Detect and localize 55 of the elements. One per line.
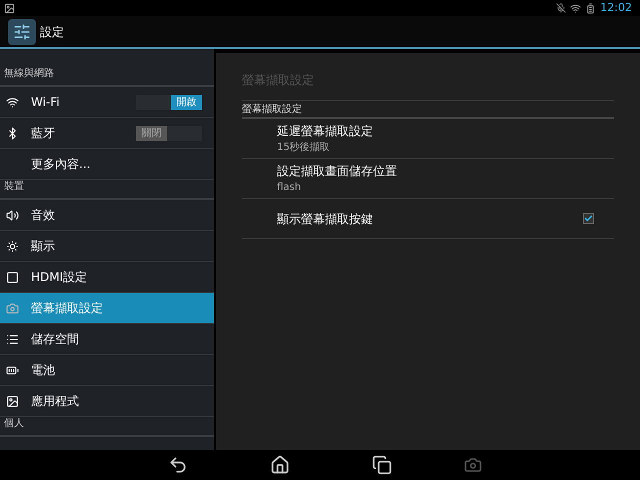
picture-icon <box>4 2 15 14</box>
camera-icon[interactable] <box>464 456 482 474</box>
bluetooth-icon <box>6 126 19 140</box>
preference-title: 設定擷取畫面儲存位置 <box>277 163 397 180</box>
preference-row[interactable]: 延遲螢幕擷取設定 15秒後擷取 <box>242 119 614 159</box>
app-title: 設定 <box>40 24 64 40</box>
category-header: 螢幕擷取設定 <box>242 102 302 116</box>
sidebar-item[interactable]: 電池 <box>0 355 214 386</box>
wifi-icon <box>6 96 19 108</box>
sidebar-item[interactable]: 螢幕擷取設定 <box>0 293 214 324</box>
toggle-label: 關閉 <box>136 126 167 140</box>
wifi-icon <box>570 2 582 14</box>
home-icon[interactable] <box>270 455 290 475</box>
preference-summary: flash <box>277 181 302 195</box>
preference-title: 顯示螢幕擷取按鍵 <box>277 210 373 228</box>
battery-icon <box>6 364 19 376</box>
back-icon[interactable] <box>168 455 188 475</box>
sidebar-item[interactable]: 應用程式 <box>0 386 214 417</box>
sidebar-item[interactable]: 顯示 <box>0 231 214 262</box>
picture-icon <box>6 394 19 408</box>
item-label: Wi-Fi <box>31 94 60 111</box>
section-header: 個人 <box>4 417 24 431</box>
sidebar-item[interactable]: 藍牙 關閉 <box>0 118 214 149</box>
item-label: 藍牙 <box>31 125 55 142</box>
sidebar-item[interactable]: 儲存空間 <box>0 324 214 355</box>
preference-summary: 15秒後擷取 <box>277 140 331 155</box>
section-header: 裝置 <box>4 180 24 194</box>
item-label: 應用程式 <box>31 393 79 410</box>
item-label: 儲存空間 <box>31 331 79 348</box>
settings-app-icon[interactable] <box>8 18 36 44</box>
item-label: 更多內容... <box>31 156 90 173</box>
toggle-label: 開啟 <box>171 94 202 110</box>
item-label: 顯示 <box>31 238 55 255</box>
checkbox[interactable] <box>583 213 594 224</box>
section-header: 無線與網路 <box>4 66 54 81</box>
sidebar-item[interactable]: Wi-Fi 開啟 <box>0 87 214 118</box>
clock: 12:02 <box>600 0 632 16</box>
brightness-icon <box>6 240 19 252</box>
camera-icon <box>6 302 19 314</box>
preference-row[interactable]: 設定擷取畫面儲存位置 flash <box>242 159 614 199</box>
speaker-icon <box>6 208 19 222</box>
preference-title: 延遲螢幕擷取設定 <box>277 123 373 140</box>
preference-row[interactable]: 顯示螢幕擷取按鍵 <box>242 199 614 239</box>
toggle-switch[interactable]: 開啟 <box>136 94 202 110</box>
item-label: 螢幕擷取設定 <box>31 300 103 317</box>
list-icon <box>6 332 19 346</box>
mic-off-icon <box>556 3 566 13</box>
battery-icon <box>585 2 596 14</box>
item-label: 音效 <box>31 207 55 224</box>
square-icon <box>6 270 19 284</box>
sidebar-item[interactable]: 更多內容... <box>0 149 214 180</box>
item-label: 電池 <box>31 362 55 379</box>
sidebar-item[interactable]: 音效 <box>0 200 214 231</box>
recent-apps-icon[interactable] <box>372 455 392 475</box>
item-label: HDMI設定 <box>31 269 88 286</box>
